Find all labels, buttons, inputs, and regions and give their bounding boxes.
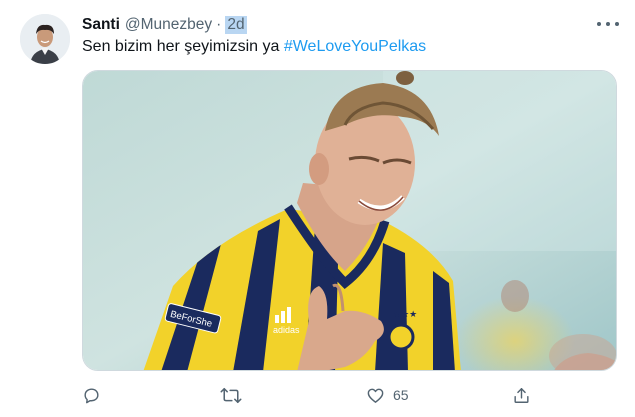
like-button[interactable]: 65: [366, 382, 409, 408]
timestamp[interactable]: 2d: [225, 16, 247, 34]
tweet-actions: 65: [82, 382, 552, 408]
heart-icon: [367, 388, 384, 403]
tweet-text: Sen bizim her şeyimizsin ya #WeLoveYouPe…: [82, 38, 426, 56]
author-handle[interactable]: @Munezbey: [125, 16, 212, 34]
share-icon: [514, 387, 529, 403]
jersey-sponsor-text: adidas: [273, 325, 300, 335]
retweet-icon: [220, 387, 242, 403]
tweet-body: Sen bizim her şeyimizsin ya: [82, 38, 284, 55]
tweet-photo[interactable]: ★★★ adidas BeForShe: [82, 70, 617, 371]
svg-text:★★★: ★★★: [393, 310, 417, 320]
reply-button[interactable]: [82, 382, 101, 408]
more-options-icon[interactable]: [597, 16, 619, 32]
more-dot: [615, 22, 619, 26]
more-dot: [597, 22, 601, 26]
author-name[interactable]: Santi: [82, 16, 120, 34]
tweet-header: Santi @Munezbey · 2d: [82, 14, 247, 36]
avatar-image: [20, 14, 70, 64]
reply-icon: [84, 387, 99, 403]
avatar[interactable]: [20, 14, 70, 64]
share-button[interactable]: [512, 382, 531, 408]
retweet-button[interactable]: [220, 382, 242, 408]
like-count: 65: [393, 387, 409, 403]
more-dot: [606, 22, 610, 26]
hashtag-link[interactable]: #WeLoveYouPelkas: [284, 38, 426, 55]
photo-football-player: ★★★ adidas BeForShe: [83, 71, 616, 370]
tweet[interactable]: Santi @Munezbey · 2d Sen bizim her şeyim…: [0, 0, 635, 417]
separator-dot: ·: [216, 16, 222, 33]
